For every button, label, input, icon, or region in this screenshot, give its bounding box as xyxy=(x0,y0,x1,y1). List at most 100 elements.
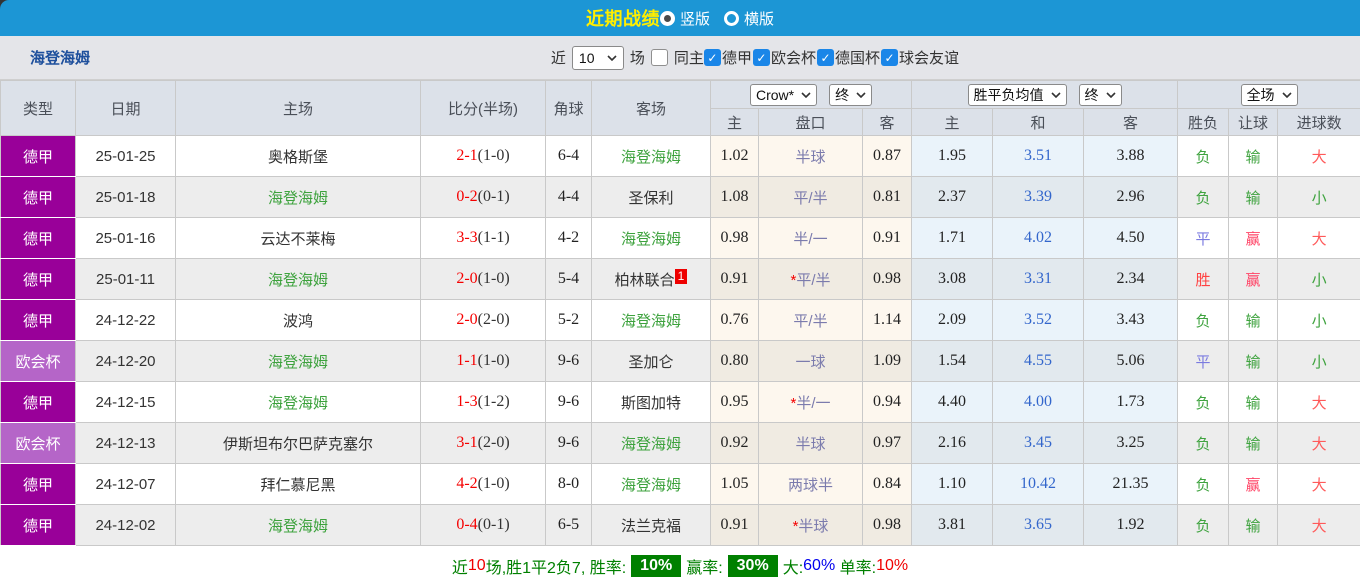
result-goals: 大 xyxy=(1278,136,1360,177)
vertical-radio[interactable] xyxy=(660,11,675,26)
filter-controls: 近 10 场 同主 ✓德甲✓欧会杯✓德国杯✓球会友谊 xyxy=(551,46,960,70)
crow-home-odds: 0.98 xyxy=(711,218,759,259)
crow-away-odds: 0.81 xyxy=(863,177,912,218)
summary-text: 10% xyxy=(876,557,908,575)
league-checkbox-3[interactable]: ✓ xyxy=(817,49,834,66)
avg-final-select[interactable]: 终 xyxy=(1079,84,1122,106)
avg-home-odds: 1.95 xyxy=(912,136,993,177)
crow-final-select[interactable]: 终 xyxy=(829,84,872,106)
home-team: 奥格斯堡 xyxy=(176,136,421,177)
avg-draw-odds: 10.42 xyxy=(993,464,1084,505)
avg-away-odds: 4.50 xyxy=(1084,218,1178,259)
match-date: 25-01-16 xyxy=(76,218,176,259)
handicap: 两球半 xyxy=(759,464,863,505)
near-label: 近 xyxy=(551,47,566,68)
result-wl: 胜 xyxy=(1178,259,1229,300)
bookmaker-select[interactable]: Crow* xyxy=(750,84,817,106)
match-row: 欧会杯24-12-13伊斯坦布尔巴萨克塞尔3-1(2-0)9-6海登海姆0.92… xyxy=(1,423,1360,464)
crow-away-odds: 0.98 xyxy=(863,259,912,300)
away-team: 海登海姆 xyxy=(592,464,711,505)
result-goals: 大 xyxy=(1278,505,1360,546)
avg-away-odds: 3.43 xyxy=(1084,300,1178,341)
avg-home-odds: 1.54 xyxy=(912,341,993,382)
away-team: 法兰克福 xyxy=(592,505,711,546)
avg-final-value: 终 xyxy=(1085,85,1099,105)
match-row: 德甲24-12-02海登海姆0-4(0-1)6-5法兰克福0.91*半球0.98… xyxy=(1,505,1360,546)
avg-away-odds: 1.92 xyxy=(1084,505,1178,546)
col-score: 比分(半场) xyxy=(421,81,546,136)
match-date: 25-01-11 xyxy=(76,259,176,300)
away-team: 海登海姆 xyxy=(592,218,711,259)
league-checkbox-4[interactable]: ✓ xyxy=(881,49,898,66)
scope-select-value: 全场 xyxy=(1247,85,1275,105)
match-score: 2-0(1-0) xyxy=(421,259,546,300)
away-team: 海登海姆 xyxy=(592,300,711,341)
scope-select[interactable]: 全场 xyxy=(1241,84,1298,106)
league-badge: 德甲 xyxy=(1,177,76,218)
home-team: 海登海姆 xyxy=(176,177,421,218)
avg-odds-select[interactable]: 胜平负均值 xyxy=(968,84,1067,106)
col-corner: 角球 xyxy=(546,81,592,136)
corner-score: 8-0 xyxy=(546,464,592,505)
avg-odds-value: 胜平负均值 xyxy=(974,85,1044,105)
result-wl: 负 xyxy=(1178,423,1229,464)
page-title: 近期战绩 xyxy=(586,5,660,31)
summary-badge: 30% xyxy=(728,555,778,577)
match-row: 德甲24-12-07拜仁慕尼黑4-2(1-0)8-0海登海姆1.05两球半0.8… xyxy=(1,464,1360,505)
league-badge: 欧会杯 xyxy=(1,341,76,382)
col-away: 客场 xyxy=(592,81,711,136)
summary-text: 近 xyxy=(452,554,468,578)
league-checkbox-1[interactable]: ✓ xyxy=(704,49,721,66)
league-badge: 德甲 xyxy=(1,300,76,341)
league-badge: 欧会杯 xyxy=(1,423,76,464)
avg-away-odds: 21.35 xyxy=(1084,464,1178,505)
games-count-value: 10 xyxy=(579,50,595,66)
crow-final-value: 终 xyxy=(835,85,849,105)
chevron-down-icon xyxy=(1051,92,1061,98)
avg-away-odds: 2.96 xyxy=(1084,177,1178,218)
result-wl: 负 xyxy=(1178,136,1229,177)
summary-badge: 10% xyxy=(631,555,681,577)
avg-home-odds: 2.37 xyxy=(912,177,993,218)
corner-score: 6-5 xyxy=(546,505,592,546)
match-score: 2-0(2-0) xyxy=(421,300,546,341)
avg-away-odds: 1.73 xyxy=(1084,382,1178,423)
vertical-radio-label[interactable]: 竖版 xyxy=(680,8,710,29)
crow-home-odds: 1.05 xyxy=(711,464,759,505)
crow-home-odds: 0.95 xyxy=(711,382,759,423)
home-team: 海登海姆 xyxy=(176,341,421,382)
result-goals: 大 xyxy=(1278,464,1360,505)
crow-away-odds: 1.09 xyxy=(863,341,912,382)
home-team: 海登海姆 xyxy=(176,382,421,423)
result-handicap: 输 xyxy=(1229,505,1278,546)
same-home-away-label: 同主 xyxy=(674,47,704,68)
crow-away-odds: 0.97 xyxy=(863,423,912,464)
crow-group-header: Crow* 终 xyxy=(711,81,912,109)
match-date: 25-01-25 xyxy=(76,136,176,177)
corner-score: 4-2 xyxy=(546,218,592,259)
match-date: 24-12-22 xyxy=(76,300,176,341)
result-wl: 负 xyxy=(1178,382,1229,423)
home-team: 云达不莱梅 xyxy=(176,218,421,259)
match-date: 24-12-02 xyxy=(76,505,176,546)
col-home: 主场 xyxy=(176,81,421,136)
avg-away-odds: 3.88 xyxy=(1084,136,1178,177)
summary-text: 场,胜1平2负7, 胜率: xyxy=(486,554,626,578)
match-row: 欧会杯24-12-20海登海姆1-1(1-0)9-6圣加仑0.80一球1.091… xyxy=(1,341,1360,382)
summary-text: 10 xyxy=(468,557,486,575)
match-date: 25-01-18 xyxy=(76,177,176,218)
corner-score: 9-6 xyxy=(546,423,592,464)
same-home-away-checkbox[interactable] xyxy=(651,49,668,66)
handicap: 平/半 xyxy=(759,300,863,341)
match-date: 24-12-20 xyxy=(76,341,176,382)
avg-draw-odds: 3.31 xyxy=(993,259,1084,300)
league-checkbox-2[interactable]: ✓ xyxy=(753,49,770,66)
corner-score: 5-2 xyxy=(546,300,592,341)
games-count-select[interactable]: 10 xyxy=(572,46,624,70)
result-wl: 负 xyxy=(1178,464,1229,505)
league-badge: 德甲 xyxy=(1,505,76,546)
horizontal-radio[interactable] xyxy=(724,11,739,26)
horizontal-radio-label[interactable]: 横版 xyxy=(744,8,774,29)
league-checkbox-label: 欧会杯 xyxy=(771,47,816,68)
summary-text: 单率: xyxy=(835,554,876,578)
